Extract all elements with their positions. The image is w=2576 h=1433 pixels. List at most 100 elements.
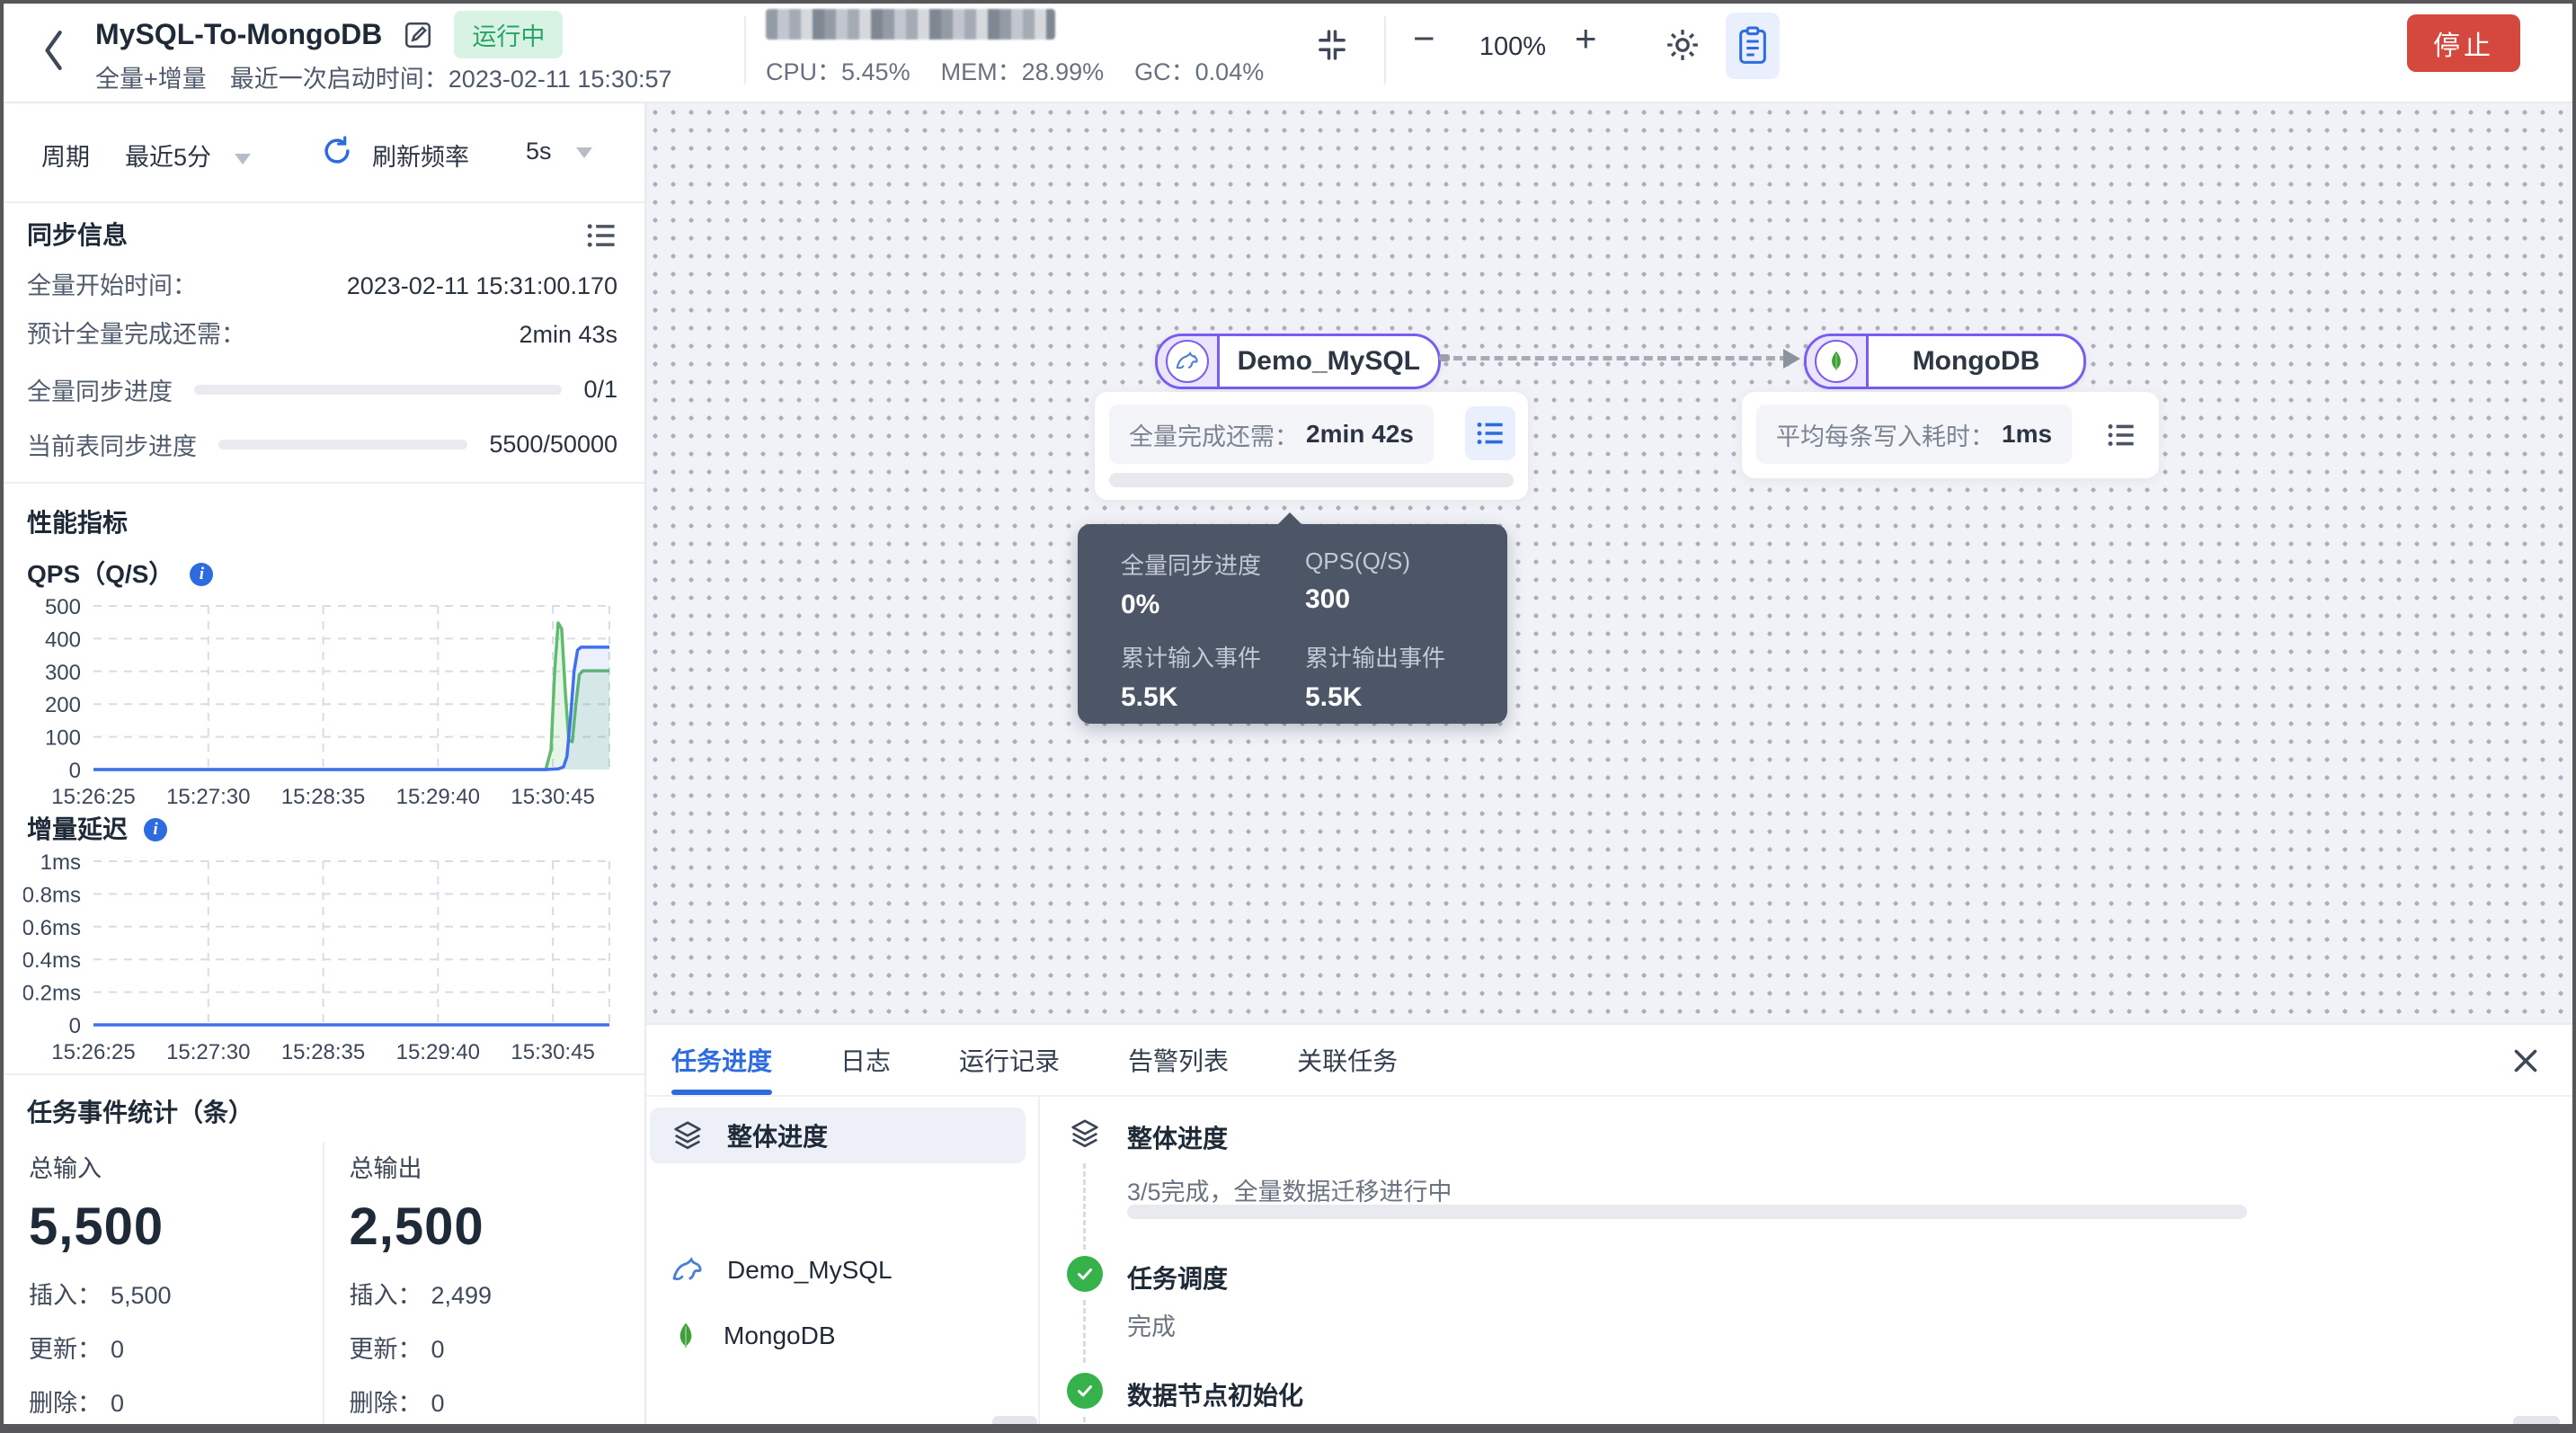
stat-line: 插入：5,500 xyxy=(29,1276,323,1311)
refresh-button[interactable] xyxy=(320,134,354,174)
period-label: 周期 xyxy=(41,138,90,173)
check-icon xyxy=(1067,1373,1103,1409)
qps-chart-title: QPS（Q/S） xyxy=(27,556,173,593)
mem-stat: MEM：28.99% xyxy=(941,52,1105,87)
svg-text:15:30:45: 15:30:45 xyxy=(511,785,594,809)
source-card-menu-button[interactable] xyxy=(1465,406,1515,460)
target-node[interactable]: MongoDB xyxy=(1804,334,2086,389)
sync-info-menu-icon[interactable] xyxy=(585,221,617,250)
bottom-tabbar: 任务进度 日志 运行记录 告警列表 关联任务 xyxy=(646,1025,2576,1097)
status-badge: 运行中 xyxy=(454,11,563,58)
title-row: MySQL-To-MongoDB 运行中 xyxy=(95,11,563,58)
svg-text:1ms: 1ms xyxy=(40,850,81,875)
horizontal-scrollbar[interactable] xyxy=(992,1416,1037,1428)
target-node-label: MongoDB xyxy=(1869,336,2083,387)
chevron-left-icon xyxy=(48,32,60,68)
svg-text:0: 0 xyxy=(69,759,81,783)
target-write-time: 平均每条写入耗时： 1ms xyxy=(1756,405,2072,464)
svg-text:0.6ms: 0.6ms xyxy=(23,916,81,940)
svg-text:15:29:40: 15:29:40 xyxy=(396,1040,480,1064)
timeline-step-title: 整体进度 xyxy=(1127,1119,1228,1155)
source-node-port[interactable] xyxy=(1439,354,1450,361)
stat-line: 删除：0 xyxy=(350,1384,618,1419)
last-start-time: 最近一次启动时间：2023-02-11 15:30:57 xyxy=(230,59,672,94)
total-output-value: 2,500 xyxy=(350,1197,618,1257)
clipboard-icon xyxy=(1735,24,1771,67)
stop-button[interactable]: 停止 xyxy=(2407,14,2520,72)
monitor-panel-button[interactable] xyxy=(1726,13,1780,79)
svg-text:15:28:35: 15:28:35 xyxy=(281,785,365,809)
overall-progress-bar xyxy=(1127,1205,2247,1219)
list-item-source[interactable]: Demo_MySQL xyxy=(650,1242,1026,1298)
svg-text:0.2ms: 0.2ms xyxy=(23,982,81,1006)
header-divider xyxy=(1384,16,1386,85)
zoom-out-button[interactable]: − xyxy=(1413,20,1435,58)
chevron-down-icon xyxy=(235,154,251,165)
svg-text:15:28:35: 15:28:35 xyxy=(281,1040,365,1064)
source-node-label: Demo_MySQL xyxy=(1220,336,1438,387)
svg-text:0: 0 xyxy=(69,1014,81,1038)
total-output-label: 总输出 xyxy=(350,1149,618,1184)
fit-screen-icon xyxy=(1313,26,1351,64)
delay-chart-title: 增量延迟 xyxy=(27,811,128,849)
timeline-step-desc: 完成 xyxy=(1127,1307,1176,1342)
pipeline-canvas[interactable] xyxy=(646,103,2576,1023)
refresh-select[interactable]: 5s xyxy=(526,138,592,165)
svg-text:200: 200 xyxy=(45,693,81,717)
total-input-value: 5,500 xyxy=(29,1197,323,1257)
settings-button[interactable] xyxy=(1659,22,1706,68)
zoom-in-button[interactable]: + xyxy=(1575,20,1597,58)
target-card-menu-button[interactable] xyxy=(2096,408,2146,462)
input-stats-column: 总输入 5,500 插入：5,500 更新：0 删除：0 DDL：0 xyxy=(27,1142,323,1433)
refresh-icon xyxy=(320,134,354,168)
edit-icon[interactable] xyxy=(402,19,434,51)
list-item-label: 整体进度 xyxy=(727,1117,828,1153)
node-stats-tooltip: 全量同步进度 0% QPS(Q/S) 300 累计输入事件 5.5K 累计输出事… xyxy=(1078,524,1507,724)
horizontal-scrollbar[interactable] xyxy=(2513,1416,2560,1428)
layers-icon xyxy=(670,1117,706,1153)
delay-chart: 00.2ms0.4ms0.6ms0.8ms1ms15:26:2515:27:30… xyxy=(23,849,617,1064)
list-item-target[interactable]: MongoDB xyxy=(650,1308,1026,1364)
resource-stats: CPU：5.45% MEM：28.99% GC：0.04% xyxy=(766,52,1264,87)
progress-timeline: 整体进度 3/5完成，全量数据迁移进行中 任务调度 完成 数据节点初始化 xyxy=(1038,1097,2576,1433)
source-card-progress xyxy=(1109,473,1514,487)
redacted-text xyxy=(766,9,1055,40)
timeline-connector xyxy=(1083,1417,1086,1433)
stat-line: 更新：0 xyxy=(29,1330,323,1365)
tab-alerts[interactable]: 告警列表 xyxy=(1128,1025,1229,1095)
performance-title: 性能指标 xyxy=(27,503,617,543)
fit-screen-button[interactable] xyxy=(1310,23,1354,67)
info-icon[interactable]: i xyxy=(144,818,167,841)
svg-text:0.8ms: 0.8ms xyxy=(23,883,81,907)
table-sync-progress-row: 当前表同步进度 5500/50000 xyxy=(27,427,617,462)
svg-text:15:26:25: 15:26:25 xyxy=(51,1040,135,1064)
back-button[interactable] xyxy=(40,27,76,74)
tab-task-progress[interactable]: 任务进度 xyxy=(671,1025,772,1095)
close-panel-button[interactable] xyxy=(2506,1041,2545,1081)
tab-related-tasks[interactable]: 关联任务 xyxy=(1297,1025,1398,1095)
qps-chart: 010020030040050015:26:2515:27:3015:28:35… xyxy=(23,593,617,809)
source-node-icon-area xyxy=(1158,336,1220,387)
list-icon xyxy=(2106,422,2136,449)
progress-node-list: 整体进度 Demo_MySQL MongoDB xyxy=(646,1097,1038,1433)
svg-text:15:30:45: 15:30:45 xyxy=(511,1040,594,1064)
source-node[interactable]: Demo_MySQL xyxy=(1155,334,1441,389)
tab-logs[interactable]: 日志 xyxy=(840,1025,891,1095)
info-icon[interactable]: i xyxy=(190,563,213,586)
tooltip-item: QPS(Q/S) 300 xyxy=(1305,547,1489,620)
svg-text:15:26:25: 15:26:25 xyxy=(51,785,135,809)
progress-bar xyxy=(194,385,562,395)
cpu-stat: CPU：5.45% xyxy=(766,52,910,87)
task-monitor-app: MySQL-To-MongoDB 运行中 全量+增量 最近一次启动时间：2023… xyxy=(0,0,2576,1433)
source-eta: 全量完成还需： 2min 42s xyxy=(1109,405,1434,464)
stat-line: 更新：0 xyxy=(350,1330,618,1365)
svg-text:500: 500 xyxy=(45,595,81,619)
check-icon xyxy=(1067,1256,1103,1292)
timeline-connector xyxy=(1083,1163,1086,1250)
tab-run-records[interactable]: 运行记录 xyxy=(959,1025,1060,1095)
timeline-connector xyxy=(1083,1300,1086,1363)
list-item-overall[interactable]: 整体进度 xyxy=(650,1108,1026,1163)
task-subtitle: 全量+增量 最近一次启动时间：2023-02-11 15:30:57 xyxy=(95,59,672,94)
period-select[interactable]: 最近5分 xyxy=(125,138,251,173)
sync-info-title: 同步信息 xyxy=(27,216,128,255)
